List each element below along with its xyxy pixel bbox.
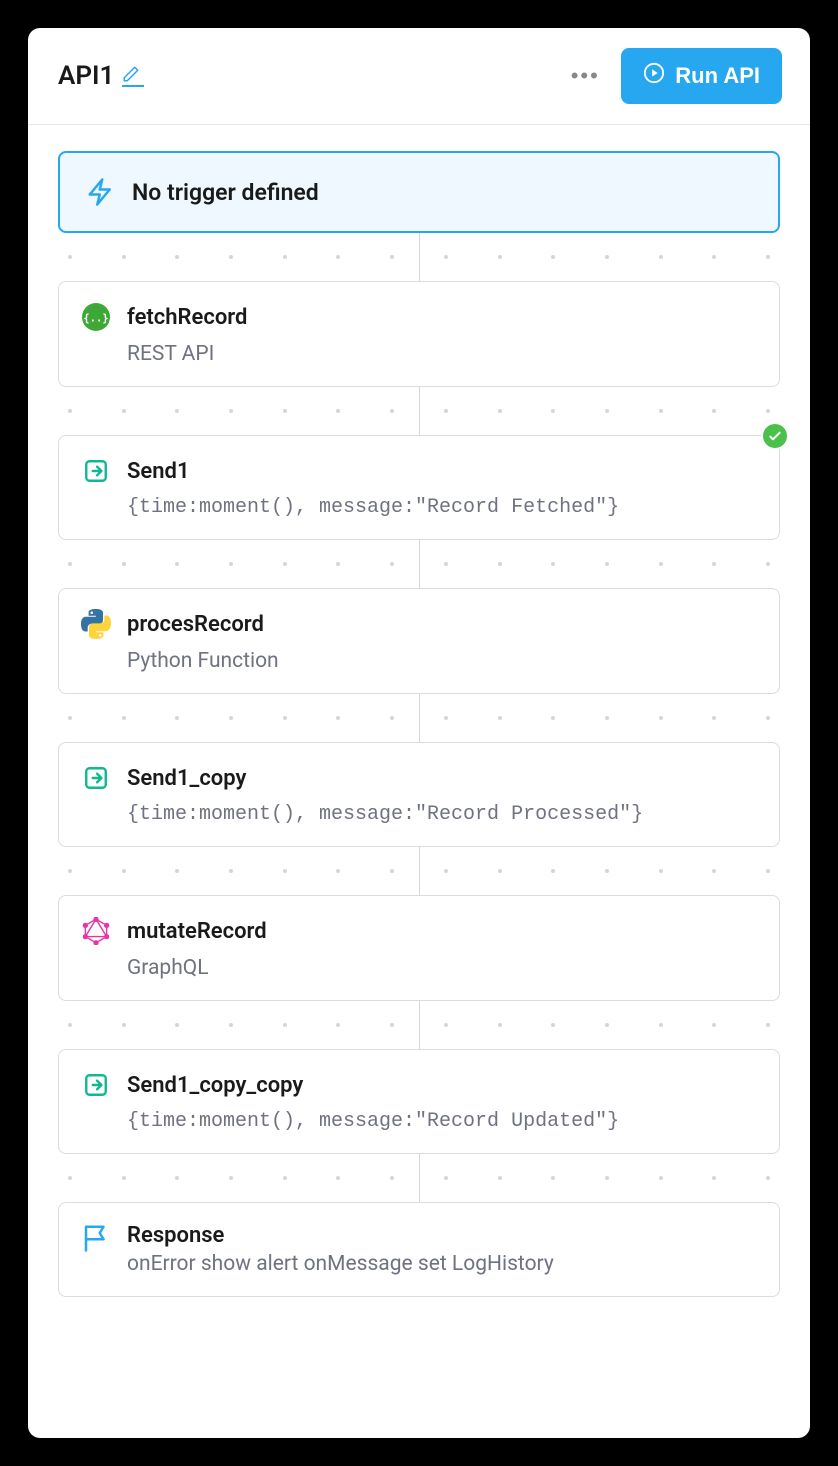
block-subtitle: REST API bbox=[127, 342, 757, 366]
rest-icon: {..} bbox=[81, 302, 111, 332]
block-title: Send1_copy_copy bbox=[127, 1073, 303, 1098]
block-subtitle: {time:moment(), message:"Record Processe… bbox=[127, 803, 757, 826]
workflow-block[interactable]: {..} fetchRecord REST API bbox=[58, 281, 780, 387]
connector bbox=[58, 847, 780, 895]
api-title: API1 bbox=[58, 61, 114, 91]
workflow-block[interactable]: mutateRecord GraphQL bbox=[58, 895, 780, 1001]
workflow-block[interactable]: Send1 {time:moment(), message:"Record Fet… bbox=[58, 435, 780, 540]
workflow-block[interactable]: Send1_copy_copy {time:moment(), message:"… bbox=[58, 1049, 780, 1154]
workflow-block[interactable]: Send1_copy {time:moment(), message:"Recor… bbox=[58, 742, 780, 847]
send-icon bbox=[81, 763, 111, 793]
workflow-block[interactable]: procesRecord Python Function bbox=[58, 588, 780, 694]
api-editor-panel: API1 ••• Run API bbox=[28, 28, 810, 1438]
workflow-canvas: No trigger defined {..} fetchRecord REST A… bbox=[28, 125, 810, 1323]
response-block[interactable]: Response onError show alert onMessage se… bbox=[58, 1202, 780, 1297]
run-api-button[interactable]: Run API bbox=[621, 48, 782, 104]
response-subtitle: onError show alert onMessage set LogHist… bbox=[127, 1252, 554, 1276]
more-menu-button[interactable]: ••• bbox=[565, 56, 605, 96]
more-icon: ••• bbox=[571, 63, 600, 89]
block-subtitle: Python Function bbox=[127, 649, 757, 673]
connector bbox=[58, 540, 780, 588]
trigger-label: No trigger defined bbox=[132, 179, 319, 206]
block-title: mutateRecord bbox=[127, 919, 267, 944]
connector bbox=[58, 1001, 780, 1049]
block-subtitle: {time:moment(), message:"Record Fetched"… bbox=[127, 496, 757, 519]
flag-icon bbox=[81, 1223, 111, 1253]
block-subtitle: {time:moment(), message:"Record Updated"… bbox=[127, 1110, 757, 1133]
connector bbox=[58, 694, 780, 742]
send-icon bbox=[81, 456, 111, 486]
connector bbox=[58, 1154, 780, 1202]
block-title: Send1 bbox=[127, 459, 190, 484]
python-icon bbox=[81, 609, 111, 639]
block-title: Send1_copy bbox=[127, 766, 246, 791]
success-check-icon bbox=[761, 422, 789, 450]
graphql-icon bbox=[81, 916, 111, 946]
send-icon bbox=[81, 1070, 111, 1100]
title-wrap: API1 bbox=[58, 61, 565, 91]
run-label: Run API bbox=[675, 63, 760, 89]
svg-text:{..}: {..} bbox=[83, 313, 108, 325]
edit-icon[interactable] bbox=[122, 65, 144, 87]
response-title: Response bbox=[127, 1223, 554, 1248]
connector bbox=[58, 387, 780, 435]
header: API1 ••• Run API bbox=[28, 28, 810, 125]
connector bbox=[58, 233, 780, 281]
block-title: procesRecord bbox=[127, 612, 264, 637]
block-title: fetchRecord bbox=[127, 305, 247, 330]
trigger-block[interactable]: No trigger defined bbox=[58, 151, 780, 233]
block-subtitle: GraphQL bbox=[127, 956, 757, 980]
play-icon bbox=[643, 62, 665, 90]
lightning-icon bbox=[86, 177, 116, 207]
